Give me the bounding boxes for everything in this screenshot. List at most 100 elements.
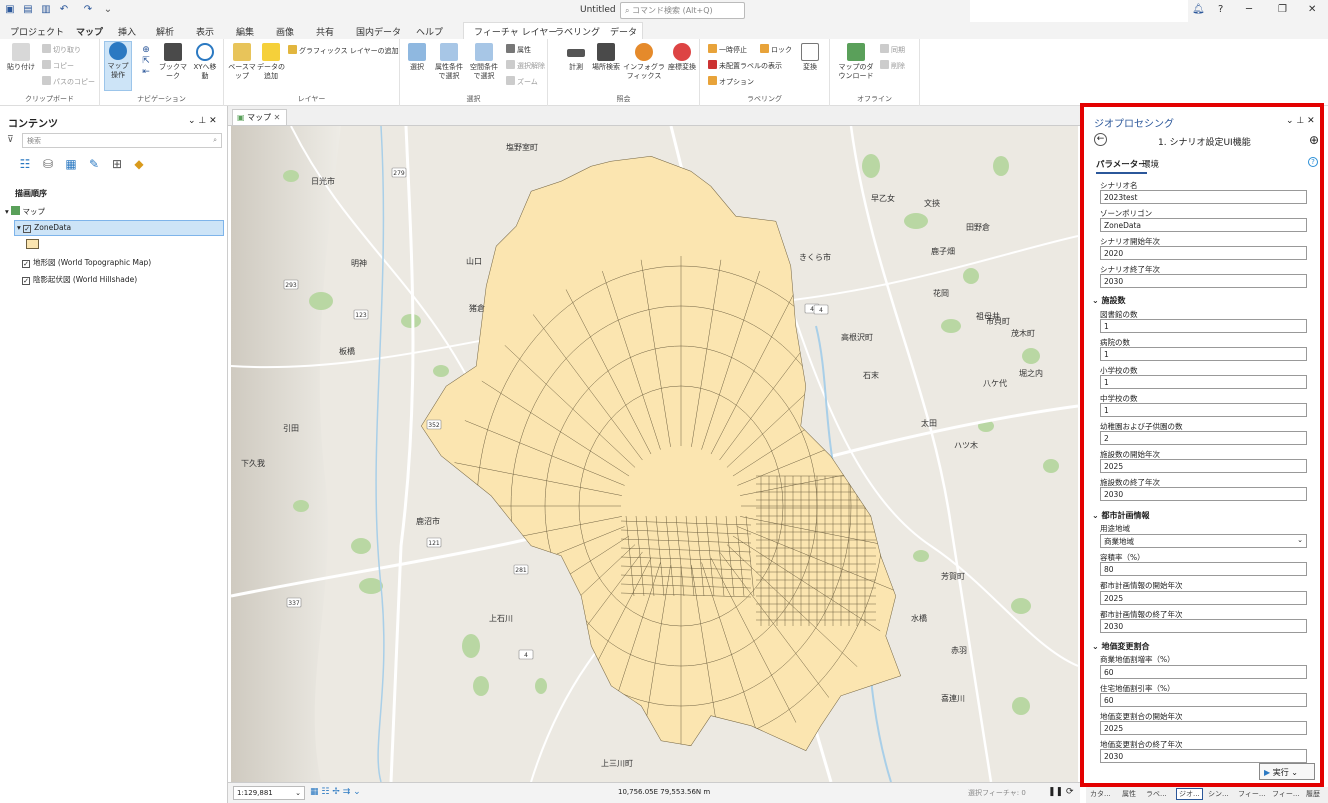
zonedata-checkbox[interactable]: ✓ [23,225,32,233]
tab-insert[interactable]: 挿入 [118,25,136,38]
labeling-options-button[interactable]: オプション [708,76,754,87]
select-by-location-label: 空間条件で選択 [470,63,498,80]
download-map-button[interactable]: マップのダウンロード [836,43,876,81]
tab-feature-2[interactable]: フィー... [1272,789,1300,799]
coordinate-conversion-label: 座標変換 [668,63,696,71]
lock-labels-button[interactable]: ロック [760,44,792,55]
copy-path-button[interactable]: パスのコピー [42,76,95,87]
pane-menu-icon[interactable]: ⌄ ⊥ ✕ [188,116,217,126]
close-map-tab-icon[interactable]: ✕ [274,113,281,122]
select-icon [408,43,426,61]
customize-qa-icon[interactable]: ⌄ [102,4,114,16]
app-icon[interactable]: ▣ [4,4,16,16]
tab-analysis[interactable]: 解析 [156,25,174,38]
road-shield-label: 281 [515,567,527,574]
scale-selector[interactable]: 1:129,881 ⌄ [233,786,305,800]
help-icon[interactable]: ? [1218,4,1223,15]
zoom-selection-button[interactable]: ズーム [506,76,538,87]
filter-icon[interactable]: ⊽ [7,135,14,145]
open-icon[interactable]: ▤ [22,4,34,16]
list-by-editing-icon[interactable]: ✎ [87,157,101,171]
notification-icon[interactable]: 🔔︎ [1192,4,1205,15]
paste-button[interactable]: 貼り付け [6,43,36,72]
map-icon [11,206,21,215]
select-by-attributes-button[interactable]: 属性条件で選択 [432,43,466,81]
undo-icon[interactable]: ↶ [58,4,70,16]
tree-zonedata[interactable]: ▾ ✓ ZoneData [14,220,224,236]
tree-hillshade[interactable]: ✓ 陰影起伏図 (World Hillshade) [22,274,137,285]
coordinate-conversion-button[interactable]: 座標変換 [668,43,696,72]
list-by-source-icon[interactable]: ⛁ [41,157,55,171]
pause-labeling-button[interactable]: 一時停止 [708,44,747,55]
tree-map[interactable]: ▾ マップ [5,206,45,217]
tab-data[interactable]: データ [610,25,637,38]
tab-geoprocessing[interactable]: ジオ... [1176,788,1203,800]
tab-share[interactable]: 共有 [316,25,334,38]
map-canvas[interactable]: 塩野室町日光市明神 山口猪倉板橋引田下久我鹿沼市上石川上三川町 きくら市高根沢町石末… [231,126,1078,782]
tab-label-class[interactable]: ラベ... [1146,789,1167,799]
zonedata-symbol[interactable] [26,239,39,249]
topo-checkbox[interactable]: ✓ [22,260,30,268]
tab-imagery[interactable]: 画像 [276,25,294,38]
redo-icon[interactable]: ↷ [82,4,94,16]
cut-button[interactable]: 切り取り [42,44,81,55]
explore-icon [109,42,127,60]
tab-help[interactable]: ヘルプ [416,25,443,38]
remove-button[interactable]: 削除 [880,60,905,71]
minimize-icon[interactable]: ─ [1246,4,1252,15]
attributes-button[interactable]: 属性 [506,44,531,55]
select-by-location-button[interactable]: 空間条件で選択 [467,43,501,81]
pause-drawing-icon[interactable]: ❚❚ ⟳ [1048,787,1073,797]
copy-button[interactable]: コピー [42,60,74,71]
save-icon[interactable]: ▥ [40,4,52,16]
goto-xy-button[interactable]: XYへ移動 [190,43,220,81]
tree-topographic[interactable]: ✓ 地形図 (World Topographic Map) [22,257,151,268]
infographics-button[interactable]: インフォグラフィックス [622,43,666,81]
select-by-attributes-icon [440,43,458,61]
map-view[interactable]: 塩野室町 日光市 明神 山口 猪倉 板橋 引田 下久我 鹿沼市 上石川 上三川町 きくら市 高根沢町 石末… [231,126,1078,782]
basemap-button[interactable]: ベースマップ [228,43,256,81]
measure-button[interactable]: 計測 [562,43,590,72]
group-label-labeling: ラベリング [747,95,782,103]
contents-search-input[interactable]: 検索 ⌕ [22,133,222,148]
view-unplaced-button[interactable]: 未配置ラベルの表示 [708,60,782,71]
list-by-snapping-icon[interactable]: ⊞ [110,157,124,171]
list-by-selection-icon[interactable]: ▦ [64,157,78,171]
hillshade-checkbox[interactable]: ✓ [22,277,30,285]
options-icon [708,76,717,85]
add-graphics-layer-button[interactable]: グラフィックス レイヤーの追加 [288,45,399,56]
map-view-tab[interactable]: ▣ マップ ✕ [232,109,287,125]
tab-catalog[interactable]: カタ... [1090,789,1111,799]
tab-feature-layer[interactable]: フィーチャ レイヤー [474,25,557,38]
explore-button[interactable]: マップ操作 [104,41,132,91]
map-tab-icon: ▣ [237,113,245,122]
tab-view[interactable]: 表示 [196,25,214,38]
tab-labeling[interactable]: ラベリング [555,25,600,38]
place-label: 上三川町 [601,759,633,768]
locate-button[interactable]: 場所検索 [592,43,620,72]
place-label: 下久我 [241,458,265,468]
sync-button[interactable]: 同期 [880,44,905,55]
tab-symbology[interactable]: シン... [1208,789,1229,799]
list-by-labeling-icon[interactable]: ◆ [132,157,146,171]
road-shield-label: 337 [288,600,300,607]
nav-arrows[interactable]: ⊕ ⇱ ⇤ [136,45,156,78]
tab-japan-data[interactable]: 国内データ [356,25,401,38]
group-selection: 選択 属性条件で選択 空間条件で選択 属性 選択解除 ズーム 選択 [400,39,548,106]
clear-selection-button[interactable]: 選択解除 [506,60,545,71]
list-by-draw-order-icon[interactable]: ☷ [18,157,32,171]
close-icon[interactable]: ✕ [1308,4,1316,15]
tab-history[interactable]: 履歴 [1306,789,1320,799]
command-search-input[interactable]: ⌕ コマンド検索 (Alt+Q) [620,2,745,19]
tab-project[interactable]: プロジェクト [10,25,64,38]
bookmarks-button[interactable]: ブックマーク [158,43,188,81]
select-button[interactable]: 選択 [402,43,432,72]
map-tools-icons[interactable]: ▦ ☷ ✢ ⇉ ⌄ [310,787,361,797]
tab-edit[interactable]: 編集 [236,25,254,38]
convert-labels-button[interactable]: 変換 [796,43,824,72]
tab-attributes[interactable]: 属性 [1122,789,1136,799]
tab-feature-1[interactable]: フィー... [1238,789,1266,799]
restore-icon[interactable]: ❐ [1278,4,1287,15]
road-shield-label: 293 [285,282,297,289]
add-data-button[interactable]: データの追加 [256,43,286,81]
